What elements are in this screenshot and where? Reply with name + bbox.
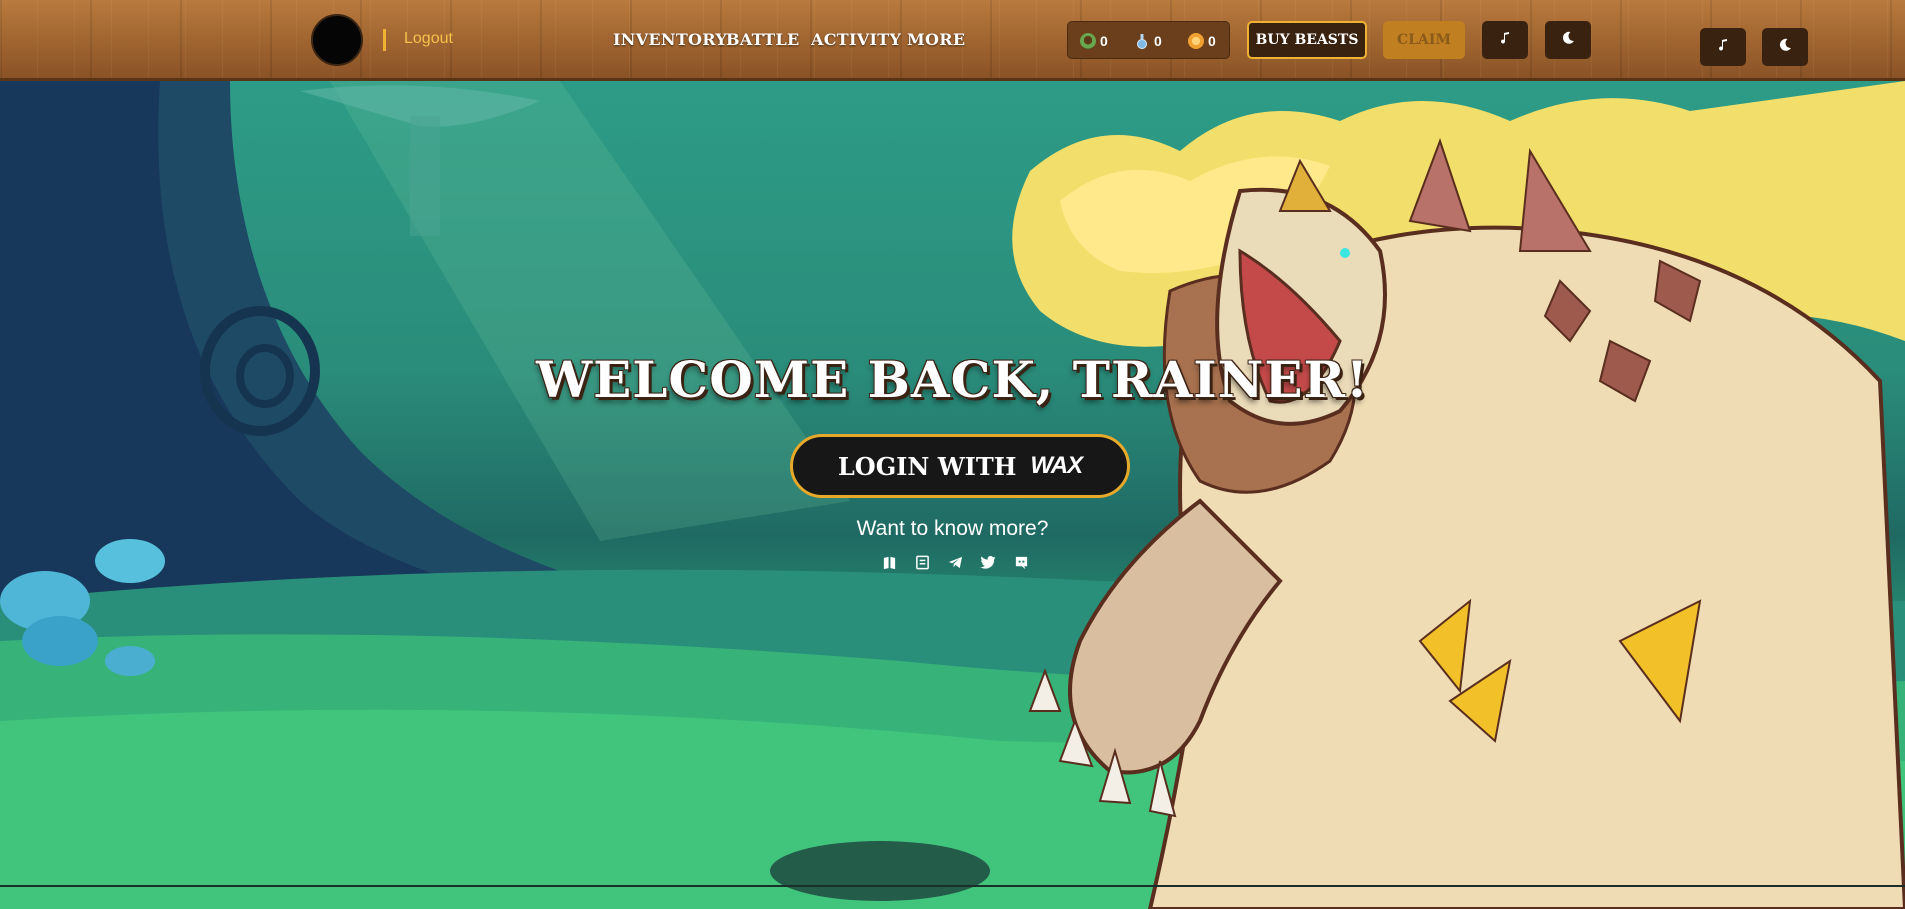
twitter-icon[interactable] [979, 553, 997, 571]
login-label: LOGIN WITH [837, 451, 1017, 481]
document-icon[interactable] [913, 553, 931, 571]
resource-counters: 0 0 0 [1067, 21, 1230, 59]
potion-count: 0 [1154, 33, 1162, 49]
wax-logo: WAX [1030, 452, 1083, 479]
welcome-title: WELCOME BACK, TRAINER! [535, 350, 1369, 409]
dark-mode-toggle-button[interactable] [1545, 21, 1591, 59]
bottom-divider [0, 885, 1905, 887]
dark-mode-toggle-button-secondary[interactable] [1762, 28, 1808, 66]
logout-link[interactable]: Logout [404, 30, 453, 48]
book-icon[interactable] [880, 553, 898, 571]
nav-more[interactable]: MORE [907, 30, 965, 49]
moon-icon [1777, 37, 1793, 58]
coin-icon [1188, 33, 1204, 49]
music-note-icon [1498, 31, 1512, 50]
food-counter: 0 [1080, 31, 1108, 51]
nav-inventory[interactable]: INVENTORY [613, 30, 727, 49]
nav-battle[interactable]: BATTLE [726, 30, 800, 49]
nav-activity[interactable]: ACTIVITY [811, 30, 901, 49]
potion-counter: 0 [1134, 31, 1162, 51]
header-divider [383, 29, 386, 51]
buy-beasts-button[interactable]: BUY BEASTS [1247, 21, 1367, 59]
coin-counter: 0 [1188, 31, 1216, 51]
login-with-wax-button[interactable]: LOGIN WITH WAX [790, 434, 1130, 498]
food-icon [1080, 33, 1096, 49]
coin-count: 0 [1208, 33, 1216, 49]
music-toggle-button-secondary[interactable] [1700, 28, 1746, 66]
music-note-icon [1716, 38, 1730, 57]
telegram-icon[interactable] [946, 553, 964, 571]
moon-icon [1560, 30, 1576, 51]
potion-icon [1134, 33, 1150, 49]
food-count: 0 [1100, 33, 1108, 49]
know-more-text: Want to know more? [856, 517, 1049, 540]
social-links [880, 552, 1030, 572]
music-toggle-button[interactable] [1482, 21, 1528, 59]
avatar[interactable] [311, 14, 363, 66]
top-navigation-bar: Logout INVENTORY BATTLE ACTIVITY MORE 0 … [0, 0, 1905, 81]
discord-icon[interactable] [1012, 553, 1030, 571]
claim-button[interactable]: CLAIM [1383, 21, 1465, 59]
